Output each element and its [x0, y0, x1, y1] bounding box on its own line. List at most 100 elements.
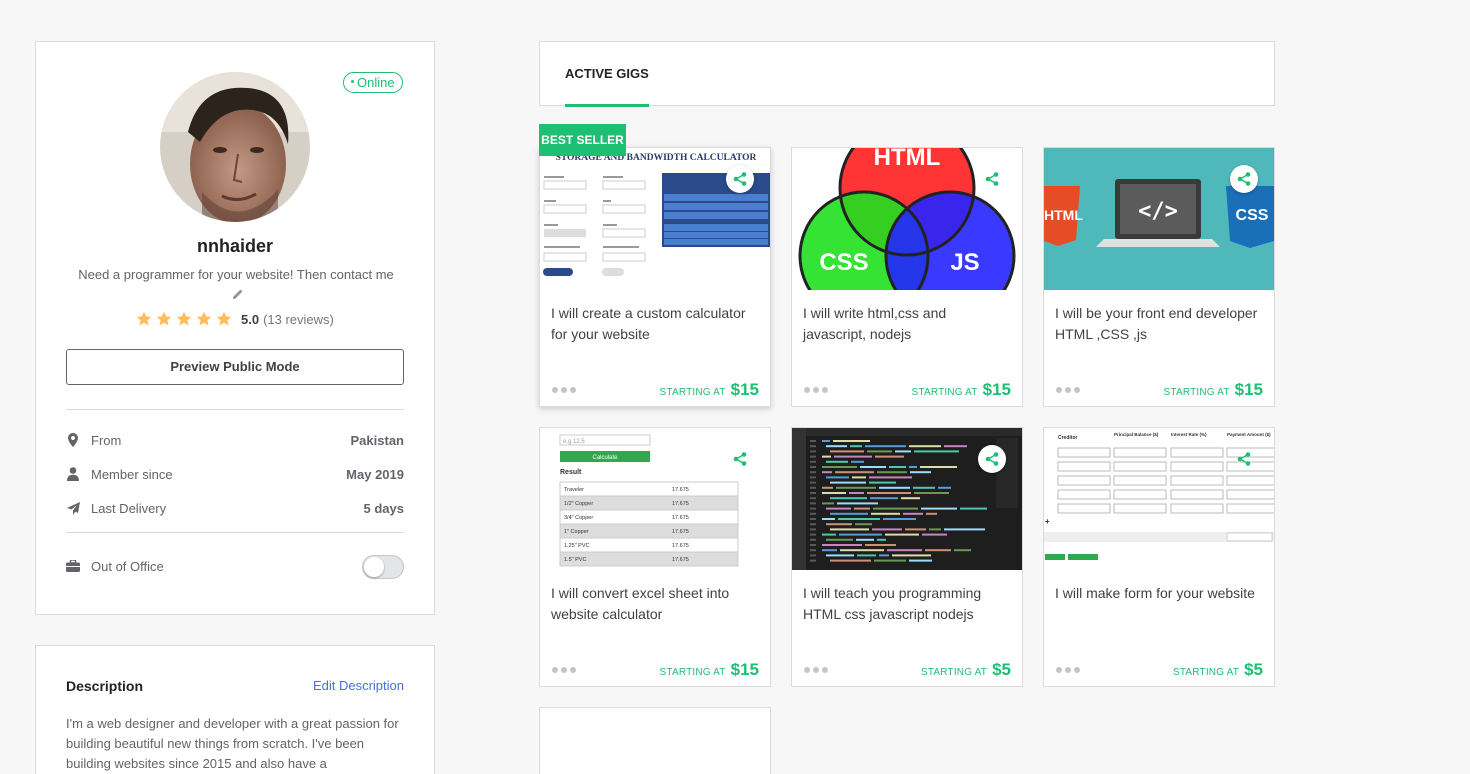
gig-card[interactable]: I will teach you programming HTML css ja…: [791, 427, 1023, 687]
stat-row-from: From Pakistan: [66, 430, 404, 450]
code-line-segment: [885, 533, 919, 536]
code-line-segment: [873, 507, 918, 510]
line-number: [810, 554, 816, 557]
line-number: [810, 549, 816, 552]
share-icon[interactable]: [1230, 445, 1258, 473]
form-col-payment: Payment Amount ($): [1227, 432, 1271, 437]
more-options-icon[interactable]: [804, 667, 828, 673]
thumb-table-row: [559, 551, 739, 567]
tab-label: ACTIVE GIGS: [565, 66, 649, 81]
line-number: [810, 481, 816, 484]
thumb-row-value: 17.675: [672, 515, 689, 521]
code-line-segment: [867, 450, 892, 453]
gig-title[interactable]: I will convert excel sheet into website …: [551, 583, 761, 625]
code-line-segment: [822, 486, 833, 489]
gig-card[interactable]: e.g 12.5 Calculate Result Traveler 17.675…: [539, 427, 771, 687]
more-options-icon[interactable]: [552, 387, 576, 393]
code-line-segment: [905, 528, 926, 531]
gig-card[interactable]: Creditor Principal Balance ($) Interest …: [1043, 427, 1275, 687]
thumb-row-label: 1.5" PVC: [564, 557, 586, 563]
star-rating: [136, 311, 232, 327]
gig-price-block: STARTING AT $15: [660, 380, 759, 400]
divider: [66, 409, 404, 410]
code-line-segment: [826, 507, 851, 510]
form-input-box: [1113, 489, 1167, 500]
code-line-segment: [833, 440, 870, 442]
briefcase-icon: [66, 559, 80, 573]
share-icon[interactable]: [726, 445, 754, 473]
preview-public-mode-button[interactable]: Preview Public Mode: [66, 349, 404, 385]
star-icon: [196, 311, 212, 326]
online-dot-icon: [351, 80, 354, 84]
online-status-badge: Online: [343, 72, 403, 93]
description-card: Description Edit Description I'm a web d…: [35, 645, 435, 774]
stat-row-last-delivery: Last Delivery 5 days: [66, 498, 404, 518]
create-new-gig-card[interactable]: [539, 707, 771, 774]
edit-description-link[interactable]: Edit Description: [313, 678, 404, 693]
code-line-segment: [901, 497, 920, 500]
code-line-segment: [870, 497, 898, 500]
code-line-segment: [920, 466, 957, 468]
tab-active-gigs[interactable]: ACTIVE GIGS: [565, 42, 649, 107]
code-line-segment: [822, 544, 862, 546]
line-number: [810, 544, 816, 546]
code-line-segment: [889, 466, 906, 468]
out-of-office-row: Out of Office: [66, 555, 404, 579]
gig-card[interactable]: STORAGE AND BANDWIDTH CALCULATOR I will …: [539, 147, 771, 407]
code-line-segment: [874, 559, 906, 562]
gig-title[interactable]: I will create a custom calculator for yo…: [551, 303, 761, 345]
more-options-icon[interactable]: [804, 387, 828, 393]
gig-card[interactable]: HTML </> CSS I will be your front end de…: [1043, 147, 1275, 407]
code-line-segment: [830, 512, 868, 515]
more-options-icon[interactable]: [1056, 387, 1080, 393]
user-icon: [66, 467, 80, 481]
tagline: Need a programmer for your website! Then…: [78, 267, 394, 282]
gig-price: $5: [992, 660, 1011, 679]
starting-at-label: STARTING AT: [659, 387, 726, 398]
form-input-box: [1170, 489, 1224, 500]
form-input-box: [1113, 503, 1167, 514]
code-line-segment: [822, 466, 857, 468]
gig-title[interactable]: I will write html,css and javascript, no…: [803, 303, 1013, 345]
share-icon[interactable]: [1230, 165, 1258, 193]
code-line-segment: [857, 554, 876, 557]
code-line-segment: [840, 549, 884, 552]
gig-price-block: STARTING AT $5: [1173, 660, 1263, 680]
stat-value: Pakistan: [350, 432, 404, 448]
line-number: [810, 528, 816, 531]
form-input-box: [1170, 461, 1224, 472]
gig-title[interactable]: I will be your front end developer HTML …: [1055, 303, 1265, 345]
code-line-segment: [921, 507, 957, 510]
code-line-segment: [830, 497, 867, 500]
code-line-segment: [830, 450, 864, 453]
code-line-segment: [925, 549, 951, 552]
more-options-icon[interactable]: [1056, 667, 1080, 673]
profile-card: Online nnhaider Need a programmer for yo…: [35, 41, 435, 615]
gig-title[interactable]: I will teach you programming HTML css ja…: [803, 583, 1013, 625]
share-icon[interactable]: [978, 165, 1006, 193]
form-input-box: [1057, 503, 1111, 514]
avatar[interactable]: [160, 72, 310, 222]
share-icon[interactable]: [978, 445, 1006, 473]
out-of-office-label: Out of Office: [91, 558, 164, 574]
svg-text:+: +: [1045, 517, 1050, 526]
code-line-segment: [895, 450, 911, 453]
more-options-icon[interactable]: [552, 667, 576, 673]
code-line-segment: [910, 471, 931, 474]
code-line-segment: [850, 445, 862, 448]
line-number: [810, 523, 816, 526]
gig-card[interactable]: HTML CSS JS I will write html,css and ja…: [791, 147, 1023, 407]
form-input-box: [1226, 503, 1274, 514]
location-pin-icon: [66, 433, 80, 447]
line-number: [810, 533, 816, 536]
starting-at-label: STARTING AT: [1163, 387, 1230, 398]
review-count[interactable]: (13 reviews): [263, 312, 334, 327]
line-number: [810, 450, 816, 453]
code-line-segment: [960, 507, 987, 510]
star-icon: [176, 311, 192, 326]
gig-title[interactable]: I will make form for your website: [1055, 583, 1265, 604]
out-of-office-toggle[interactable]: [362, 555, 404, 579]
thumb-result-heading: Result: [560, 469, 582, 476]
pencil-icon[interactable]: [232, 287, 244, 299]
share-icon[interactable]: [726, 165, 754, 193]
